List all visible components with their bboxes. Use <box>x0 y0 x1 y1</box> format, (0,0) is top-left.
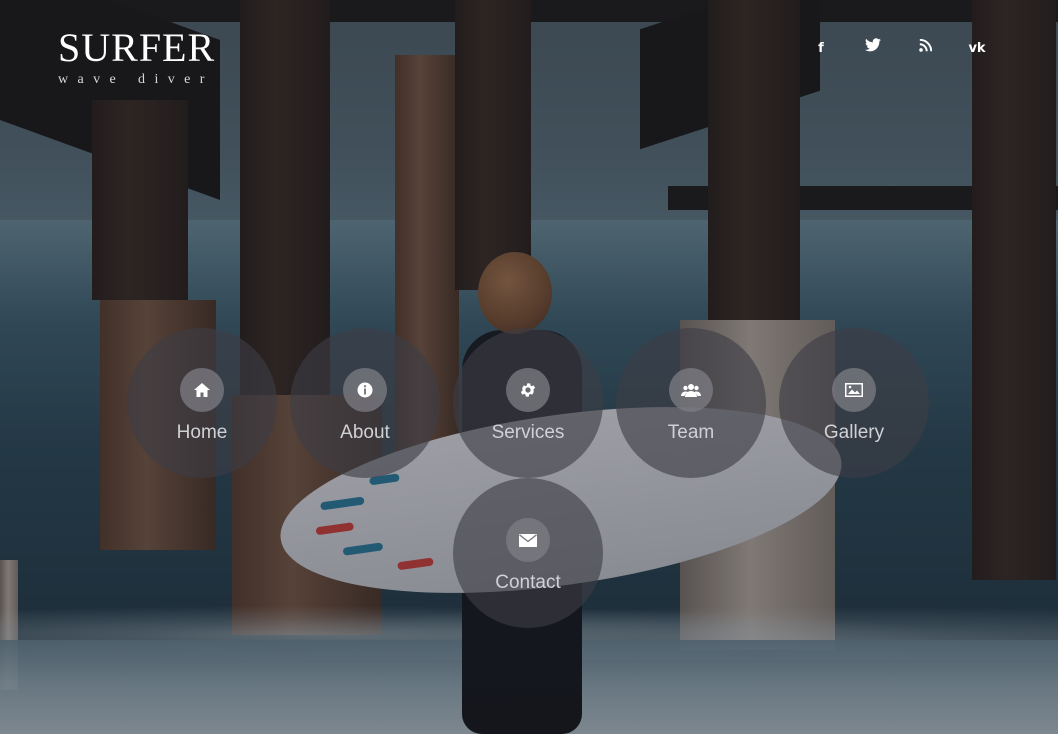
menu-item-label: Home <box>176 422 228 443</box>
facebook-icon[interactable]: f <box>810 38 832 60</box>
menu-item-home[interactable]: Home <box>127 328 277 478</box>
menu-item-label: Services <box>491 422 565 443</box>
site-tagline: wave diver <box>58 72 214 87</box>
envelope-icon <box>506 518 550 562</box>
menu-item-label: Gallery <box>823 422 885 443</box>
home-icon <box>180 368 224 412</box>
gear-icon <box>506 368 550 412</box>
menu-item-gallery[interactable]: Gallery <box>779 328 929 478</box>
site-logo[interactable]: SURFER wave diver <box>58 28 215 88</box>
menu-item-contact[interactable]: Contact <box>453 478 603 628</box>
menu-item-about[interactable]: About <box>290 328 440 478</box>
site-title[interactable]: SURFER <box>58 28 215 68</box>
menu-item-services[interactable]: Services <box>453 328 603 478</box>
image-icon <box>832 368 876 412</box>
social-links: f vk <box>810 38 988 60</box>
twitter-icon[interactable] <box>862 38 884 60</box>
info-icon <box>343 368 387 412</box>
rss-icon[interactable] <box>914 38 936 60</box>
users-icon <box>669 368 713 412</box>
hero-background: SURFER wave diver f vk Home About Servic… <box>0 0 1058 734</box>
menu-item-label: Team <box>667 422 715 443</box>
menu-item-label: Contact <box>495 572 561 593</box>
menu-item-team[interactable]: Team <box>616 328 766 478</box>
vk-icon[interactable]: vk <box>966 38 988 60</box>
menu-item-label: About <box>340 422 390 443</box>
